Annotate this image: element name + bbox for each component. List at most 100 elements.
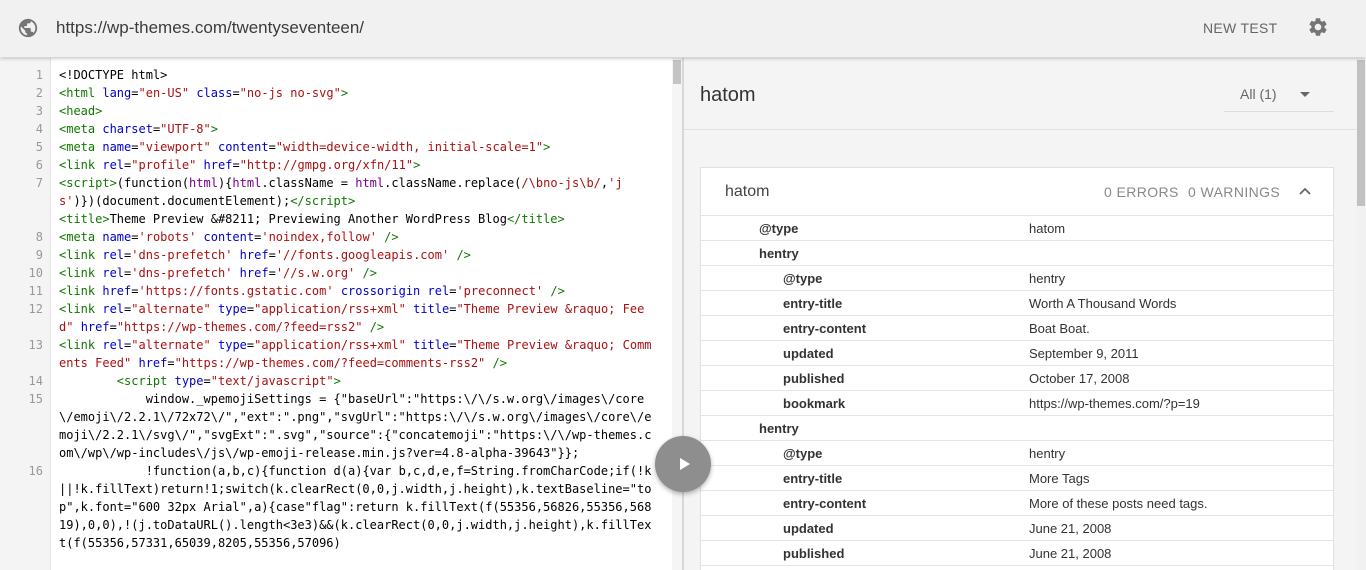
property-list: @type hatom hentry @type hentry entry-title Wo…: [701, 216, 1333, 566]
property-row: hentry: [701, 416, 1333, 441]
chevron-up-icon[interactable]: [1297, 183, 1313, 199]
line-number: 1: [35, 68, 43, 82]
property-key: updated: [783, 521, 834, 536]
code-lines: 1 <!DOCTYPE html> 2 <html lang="en-US" clas…: [0, 66, 672, 552]
code-line: 14 <script type="text/javascript">: [0, 372, 672, 390]
property-key: @type: [783, 271, 823, 286]
code-line: 9 <link rel='dns-prefetch' href='//fonts.…: [0, 246, 672, 264]
code-line: 4 <meta charset="UTF-8">: [0, 120, 672, 138]
property-row: entry-title More Tags: [701, 466, 1333, 491]
code-text: window._wpemojiSettings = {"baseUrl":"ht…: [59, 392, 652, 460]
property-key: hentry: [759, 421, 799, 436]
new-test-button[interactable]: NEW TEST: [1203, 19, 1277, 37]
source-code-panel[interactable]: 1 <!DOCTYPE html> 2 <html lang="en-US" clas…: [0, 58, 672, 570]
gear-icon[interactable]: [1307, 16, 1329, 38]
property-row: @type hentry: [701, 441, 1333, 466]
property-value: September 9, 2011: [1029, 346, 1139, 361]
property-row: updated June 21, 2008: [701, 516, 1333, 541]
result-card: hatom 0 ERRORS 0 WARNINGS @type hatom hent…: [700, 167, 1334, 570]
property-key: entry-title: [783, 471, 843, 486]
line-number: 13: [28, 338, 43, 352]
line-number: 9: [35, 248, 43, 262]
top-bar: https://wp-themes.com/twentyseventeen/ N…: [0, 0, 1366, 57]
property-key: published: [783, 546, 845, 561]
code-line: 5 <meta name="viewport" content="width=de…: [0, 138, 672, 156]
code-text: <link rel="alternate" type="application/…: [59, 338, 652, 370]
code-text: !function(a,b,c){function d(a){var b,c,d…: [59, 464, 652, 550]
url-display[interactable]: https://wp-themes.com/twentyseventeen/: [56, 17, 364, 39]
property-value: https://wp-themes.com/?p=19: [1029, 396, 1200, 411]
code-line: 12 <link rel="alternate" type="applicatio…: [0, 300, 672, 336]
property-value: More of these posts need tags.: [1029, 496, 1208, 511]
results-title: hatom: [700, 84, 756, 106]
line-number: 11: [28, 284, 43, 298]
property-key: hentry: [759, 246, 799, 261]
code-text: <meta name="viewport" content="width=dev…: [59, 140, 551, 154]
code-text: <link rel='dns-prefetch' href='//s.w.org…: [59, 266, 377, 280]
filter-dropdown[interactable]: All (1): [1224, 80, 1334, 112]
line-number: 6: [35, 158, 43, 172]
property-key: entry-content: [783, 496, 867, 511]
property-key: entry-title: [783, 296, 843, 311]
line-number: 4: [35, 122, 43, 136]
property-value: hentry: [1029, 271, 1066, 286]
code-line: <title>Theme Preview &#8211; Previewing …: [0, 210, 672, 228]
line-number: 15: [28, 392, 43, 406]
property-key: @type: [783, 446, 823, 461]
property-row: published October 17, 2008: [701, 366, 1333, 391]
code-scrollbar-thumb[interactable]: [673, 60, 681, 84]
filter-dropdown-label: All (1): [1240, 86, 1277, 102]
error-count: 0 ERRORS: [1104, 184, 1179, 200]
line-number: 14: [28, 374, 43, 388]
code-line: 16 !function(a,b,c){function d(a){var b,…: [0, 462, 672, 552]
property-value: October 17, 2008: [1029, 371, 1130, 386]
result-card-header[interactable]: hatom 0 ERRORS 0 WARNINGS: [701, 168, 1333, 216]
code-line: 13 <link rel="alternate" type="applicatio…: [0, 336, 672, 372]
dropdown-arrow-icon: [1300, 92, 1310, 97]
code-text: <meta name='robots' content='noindex,fol…: [59, 230, 399, 244]
line-number: 12: [28, 302, 43, 316]
property-row: @type hatom: [701, 216, 1333, 241]
code-line: 7 <script>(function(html){html.className …: [0, 174, 672, 210]
code-text: <title>Theme Preview &#8211; Previewing …: [59, 212, 565, 226]
run-test-button[interactable]: [655, 436, 711, 492]
line-number: 5: [35, 140, 43, 154]
property-row: updated September 9, 2011: [701, 341, 1333, 366]
code-text: <link rel="alternate" type="application/…: [59, 302, 645, 334]
property-value: June 21, 2008: [1029, 521, 1112, 536]
property-value: hatom: [1029, 221, 1066, 236]
globe-icon: [18, 18, 38, 38]
property-value: June 21, 2008: [1029, 546, 1112, 561]
code-line: 3 <head>: [0, 102, 672, 120]
result-card-title: hatom: [725, 183, 770, 200]
property-row: entry-content Boat Boat.: [701, 316, 1333, 341]
property-value: Worth A Thousand Words: [1029, 296, 1177, 311]
results-header: hatom All (1): [684, 58, 1356, 130]
property-key: entry-content: [783, 321, 867, 336]
code-text: <script type="text/javascript">: [116, 374, 341, 388]
property-row: @type hentry: [701, 266, 1333, 291]
code-text: <link href='https://fonts.gstatic.com' c…: [59, 284, 565, 298]
results-scrollbar-thumb[interactable]: [1357, 60, 1365, 206]
code-line: 15 window._wpemojiSettings = {"baseUrl":…: [0, 390, 672, 462]
code-line: 2 <html lang="en-US" class="no-js no-svg"…: [0, 84, 672, 102]
line-number: 3: [35, 104, 43, 118]
code-text: <script>(function(html){html.className =…: [59, 176, 623, 208]
property-value: Boat Boat.: [1029, 321, 1090, 336]
line-number: 2: [35, 86, 43, 100]
property-value: More Tags: [1029, 471, 1090, 486]
property-key: bookmark: [783, 396, 846, 411]
code-line: 8 <meta name='robots' content='noindex,fo…: [0, 228, 672, 246]
property-row: hentry: [701, 241, 1333, 266]
code-text: <!DOCTYPE html>: [59, 68, 168, 82]
property-key: published: [783, 371, 845, 386]
warning-count: 0 WARNINGS: [1188, 184, 1281, 200]
code-line: 10 <link rel='dns-prefetch' href='//s.w.o…: [0, 264, 672, 282]
code-scrollbar[interactable]: [672, 58, 682, 570]
code-line: 1 <!DOCTYPE html>: [0, 66, 672, 84]
line-number: 10: [28, 266, 43, 280]
line-number: 16: [28, 464, 43, 478]
code-text: <link rel='dns-prefetch' href='//fonts.g…: [59, 248, 471, 262]
property-key: updated: [783, 346, 834, 361]
results-panel: hatom All (1) hatom 0 ERRORS 0 WARNINGS …: [684, 58, 1356, 570]
